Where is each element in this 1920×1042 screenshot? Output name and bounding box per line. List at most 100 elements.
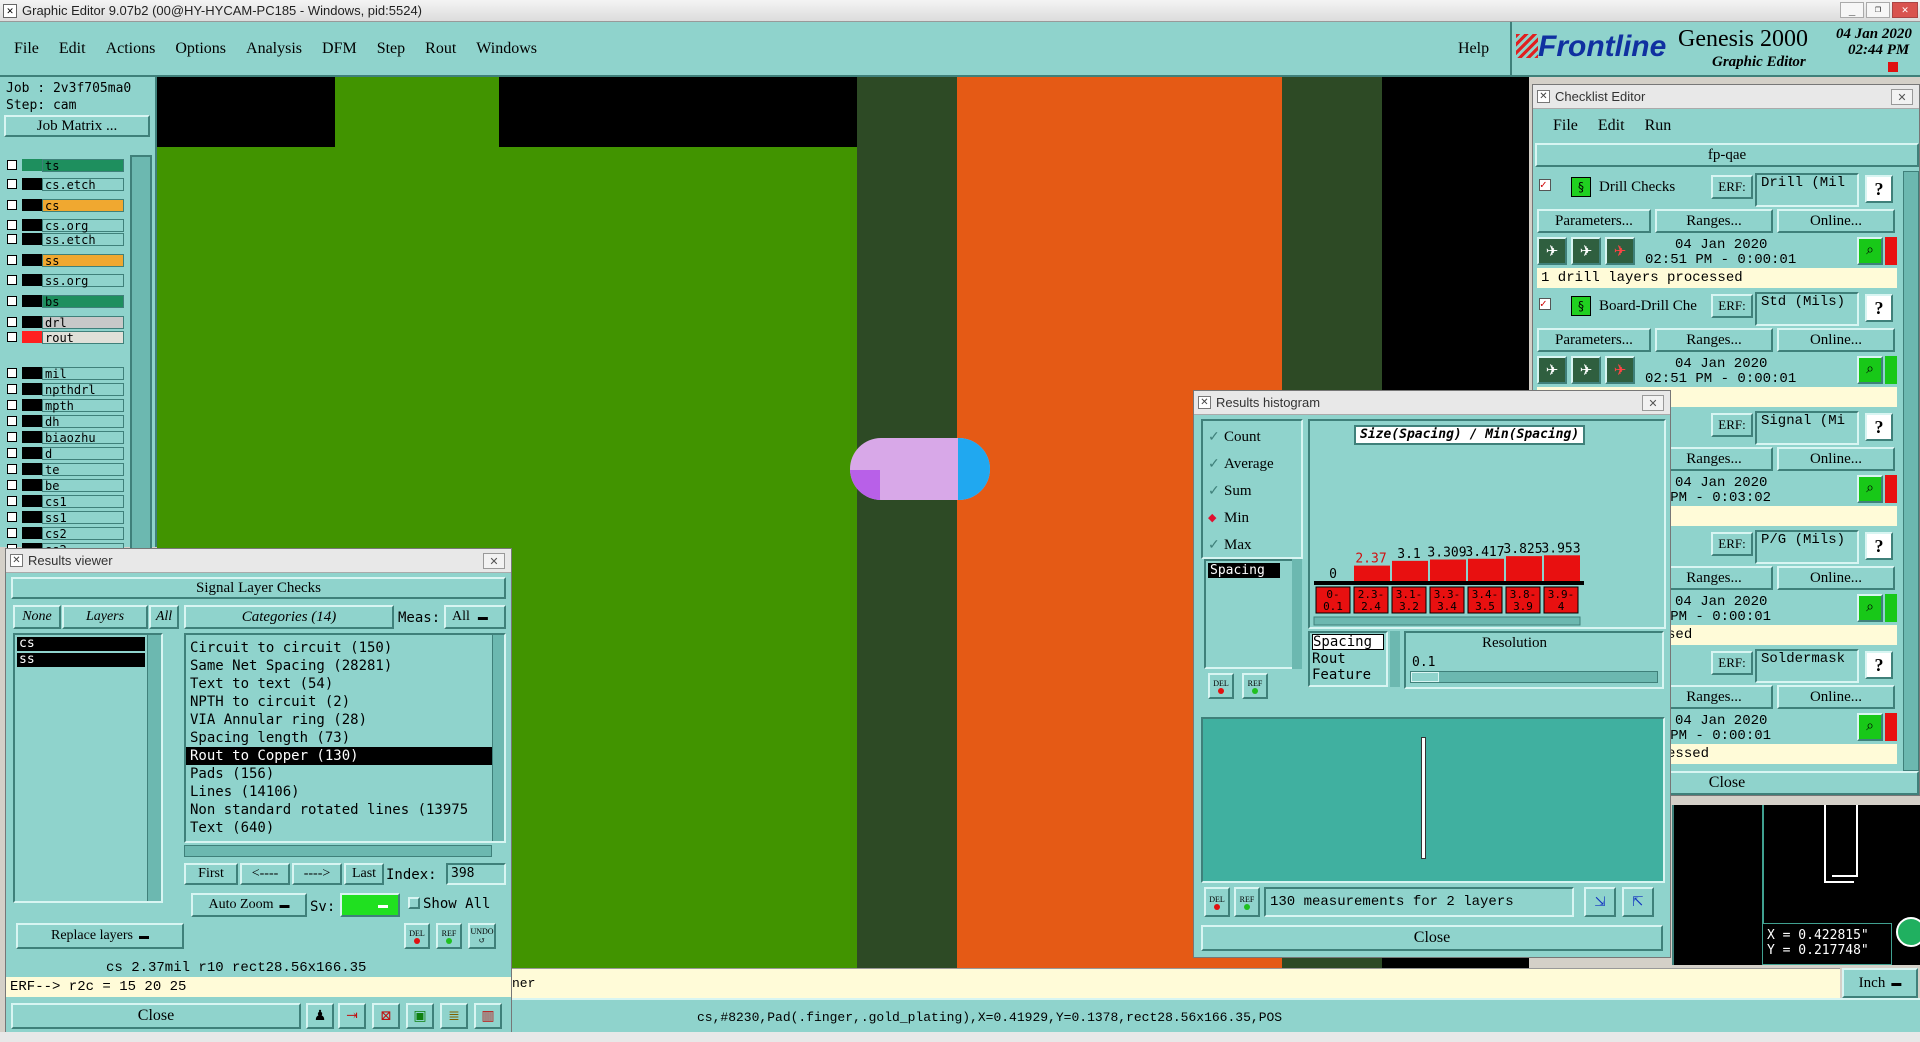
type-rout[interactable]: Rout <box>1312 650 1384 668</box>
category-scrollbar[interactable] <box>492 635 504 841</box>
layer-row-rout[interactable]: rout <box>4 330 124 345</box>
measure-list[interactable]: Spacing <box>1204 559 1294 669</box>
layer-row-npthdrl[interactable]: npthdrl <box>4 382 124 397</box>
erf-value[interactable]: Std (Mils) <box>1755 292 1859 326</box>
list-item-ss[interactable]: ss <box>17 653 145 667</box>
layer-result-list[interactable]: cs ss <box>13 633 163 903</box>
detail-del-button[interactable]: DEL <box>1204 887 1230 917</box>
run-all-icon[interactable]: ✈ <box>1571 237 1601 265</box>
detail-ref-button[interactable]: REF <box>1234 887 1260 917</box>
layer-name[interactable]: bs <box>42 295 124 309</box>
category-item[interactable]: NPTH to circuit (2) <box>186 693 504 711</box>
layer-row-cs.org[interactable]: cs.org <box>4 218 124 233</box>
histogram-bar[interactable] <box>1354 565 1390 581</box>
menu-edit[interactable]: Edit <box>59 40 86 58</box>
checklist-menu-file[interactable]: File <box>1553 117 1578 135</box>
check-enabled-icon[interactable]: ✓ <box>1539 298 1551 310</box>
maximize-button[interactable]: ❐ <box>1866 2 1890 18</box>
online-button[interactable]: Online... <box>1777 566 1895 590</box>
layer-name[interactable]: be <box>42 479 124 493</box>
checklist-menu-edit[interactable]: Edit <box>1598 117 1625 135</box>
layer-checkbox[interactable] <box>7 368 17 378</box>
layer-checkbox[interactable] <box>7 528 17 538</box>
category-item[interactable]: Text (640) <box>186 819 504 837</box>
layer-row-be[interactable]: be <box>4 478 124 493</box>
check-enabled-icon[interactable]: ✓ <box>1539 179 1551 191</box>
layer-checkbox[interactable] <box>7 200 17 210</box>
mode-option-min[interactable]: ◆ Min <box>1208 505 1300 532</box>
layer-checkbox[interactable] <box>7 512 17 522</box>
layer-name[interactable]: cs.org <box>42 219 124 233</box>
ranges-button[interactable]: Ranges... <box>1655 447 1773 471</box>
layer-name[interactable]: ts <box>42 159 124 173</box>
erf-value[interactable]: Drill (Mil <box>1755 173 1859 207</box>
histogram-bar[interactable] <box>1468 558 1504 581</box>
list-item-cs[interactable]: cs <box>17 637 145 651</box>
layer-row-ts[interactable]: ts <box>4 158 124 173</box>
layer-name[interactable]: d <box>42 447 124 461</box>
ranges-button[interactable]: Ranges... <box>1655 209 1773 233</box>
check-name[interactable]: Drill Checks <box>1599 179 1709 196</box>
layer-row-ss.etch[interactable]: ss.etch <box>4 232 124 247</box>
minimize-button[interactable]: _ <box>1840 2 1864 18</box>
layer-name[interactable]: cs2 <box>42 527 124 541</box>
mode-option-max[interactable]: ✓ Max <box>1208 532 1300 559</box>
category-item[interactable]: Text to text (54) <box>186 675 504 693</box>
layer-name[interactable]: mil <box>42 367 124 381</box>
layer-row-mil[interactable]: mil <box>4 366 124 381</box>
layer-row-drl[interactable]: drl <box>4 315 124 330</box>
layer-checkbox[interactable] <box>7 448 17 458</box>
layer-row-mpth[interactable]: mpth <box>4 398 124 413</box>
layer-name[interactable]: dh <box>42 415 124 429</box>
layer-row-cs.etch[interactable]: cs.etch <box>4 177 124 192</box>
histogram-close-icon[interactable]: ✕ <box>1642 395 1664 411</box>
first-button[interactable]: First <box>184 863 238 885</box>
category-hscrollbar[interactable] <box>184 845 492 857</box>
resolution-slider[interactable] <box>1410 671 1658 683</box>
histogram-bar[interactable] <box>1392 560 1428 581</box>
layer-checkbox[interactable] <box>7 296 17 306</box>
run-all-icon[interactable]: ✈ <box>1571 356 1601 384</box>
menu-analysis[interactable]: Analysis <box>246 40 302 58</box>
ranges-button[interactable]: Ranges... <box>1655 685 1773 709</box>
show-all-checkbox[interactable] <box>408 897 420 909</box>
layer-name[interactable]: ss.etch <box>42 233 124 247</box>
check-name[interactable]: Board-Drill Che <box>1599 298 1709 315</box>
ranges-button[interactable]: Ranges... <box>1655 328 1773 352</box>
online-button[interactable]: Online... <box>1777 447 1895 471</box>
parameters-button[interactable]: Parameters... <box>1537 328 1651 352</box>
zoom-icon[interactable]: ⌕ <box>1857 713 1883 741</box>
run-icon[interactable]: ✈ <box>1537 356 1567 384</box>
histogram-chart[interactable]: 00-0.12.372.3-2.43.13.1-3.23.3093.3-3.43… <box>1310 421 1664 627</box>
menu-step[interactable]: Step <box>377 40 405 58</box>
layer-name[interactable]: rout <box>42 331 124 345</box>
category-item[interactable]: Circuit to circuit (150) <box>186 639 504 657</box>
ranges-button[interactable]: Ranges... <box>1655 566 1773 590</box>
menu-actions[interactable]: Actions <box>106 40 156 58</box>
highlighted-feature[interactable] <box>850 438 990 500</box>
menu-windows[interactable]: Windows <box>476 40 537 58</box>
online-button[interactable]: Online... <box>1777 685 1895 709</box>
layer-row-te[interactable]: te <box>4 462 124 477</box>
layers-button[interactable]: Layers <box>62 605 148 629</box>
histogram-icon[interactable]: ▥ <box>474 1003 502 1029</box>
tool-icon-2[interactable]: ⇥ <box>338 1003 366 1029</box>
layer-scrollbar[interactable] <box>130 155 152 550</box>
layer-name[interactable]: npthdrl <box>42 383 124 397</box>
import-icon[interactable]: ⇱ <box>1622 887 1654 917</box>
layer-row-cs2[interactable]: cs2 <box>4 526 124 541</box>
categories-button[interactable]: Categories (14) <box>184 605 394 629</box>
zoom-icon[interactable]: ⌕ <box>1857 356 1883 384</box>
layer-row-dh[interactable]: dh <box>4 414 124 429</box>
layer-checkbox[interactable] <box>7 220 17 230</box>
menu-options[interactable]: Options <box>175 40 226 58</box>
hist-del-button[interactable]: DEL <box>1208 673 1234 699</box>
category-item[interactable]: Spacing length (73) <box>186 729 504 747</box>
next-button[interactable]: ----> <box>292 863 342 885</box>
job-matrix-button[interactable]: Job Matrix ... <box>4 115 150 137</box>
layer-row-ss1[interactable]: ss1 <box>4 510 124 525</box>
category-item[interactable]: VIA Annular ring (28) <box>186 711 504 729</box>
close-window-button[interactable]: ✕ <box>1892 2 1918 18</box>
checklist-scrollbar[interactable] <box>1903 171 1919 771</box>
units-select[interactable]: Inch ▬ <box>1842 968 1918 998</box>
